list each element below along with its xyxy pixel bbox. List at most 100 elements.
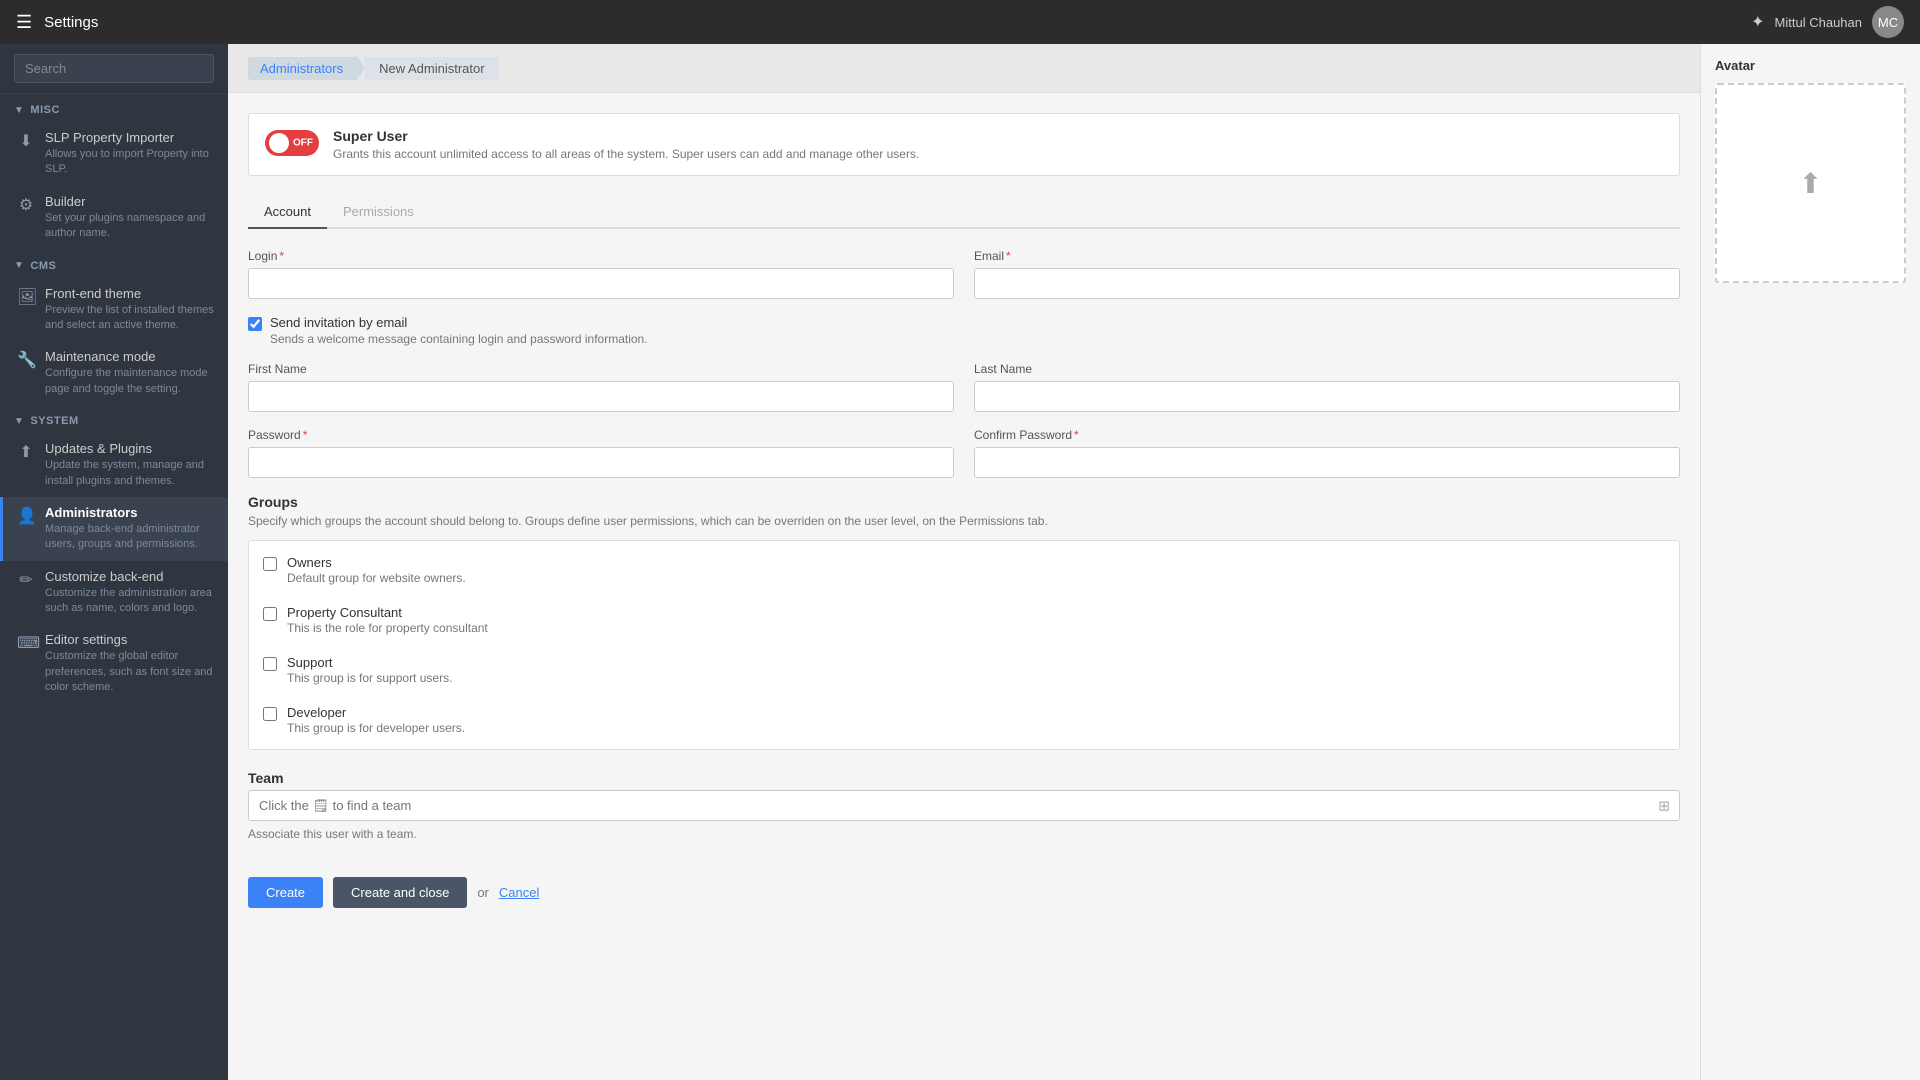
password-input[interactable]: [248, 447, 954, 478]
sidebar-item-updates-plugins[interactable]: ⬆ Updates & Plugins Update the system, m…: [0, 433, 228, 497]
group-desc-owners: Default group for website owners.: [287, 571, 466, 585]
send-invitation-row: Send invitation by email Sends a welcome…: [248, 315, 1680, 346]
content-body: Administrators New Administrator OFF Sup…: [228, 44, 1920, 1080]
team-title: Team: [248, 770, 1680, 786]
group-name-owners: Owners: [287, 555, 466, 570]
sidebar-item-builder[interactable]: ⚙ Builder Set your plugins namespace and…: [0, 186, 228, 250]
last-name-label: Last Name: [974, 362, 1680, 376]
last-name-input[interactable]: [974, 381, 1680, 412]
sidebar-section-system[interactable]: ▼ SYSTEM: [0, 405, 228, 433]
sidebar-section-misc[interactable]: ▼ MISC: [0, 94, 228, 122]
super-user-toggle[interactable]: OFF: [265, 130, 319, 156]
group-checkbox-owners[interactable]: [263, 557, 277, 571]
sidebar-item-customize-back-end[interactable]: ✏ Customize back-end Customize the admin…: [0, 561, 228, 625]
send-invitation-checkbox[interactable]: [248, 317, 262, 331]
avatar-upload-box[interactable]: ⬆: [1715, 83, 1906, 283]
group-item-property-consultant[interactable]: Property Consultant This is the role for…: [249, 595, 1679, 645]
sidebar: ▼ MISC ⬇ SLP Property Importer Allows yo…: [0, 44, 228, 1080]
super-user-info: Super User Grants this account unlimited…: [333, 128, 919, 161]
sidebar-item-administrators[interactable]: 👤 Administrators Manage back-end adminis…: [0, 497, 228, 561]
create-and-close-button[interactable]: Create and close: [333, 877, 467, 908]
search-input[interactable]: [14, 54, 214, 83]
gear-icon: ⚙: [17, 195, 35, 215]
cms-chevron-icon: ▼: [14, 260, 24, 271]
password-group: Password*: [248, 428, 954, 478]
builder-desc: Set your plugins namespace and author na…: [45, 211, 214, 242]
login-required: *: [279, 249, 284, 263]
username-label: Mittul Chauhan: [1775, 15, 1862, 30]
theme-icon: 🖼: [17, 287, 35, 307]
right-panel: Avatar ⬆: [1700, 44, 1920, 1080]
customize-desc: Customize the administration area such a…: [45, 586, 214, 617]
confirm-password-input[interactable]: [974, 447, 1680, 478]
admin-icon: 👤: [17, 506, 35, 526]
groups-title: Groups: [248, 494, 1680, 510]
confirm-password-label: Confirm Password*: [974, 428, 1680, 442]
maintenance-desc: Configure the maintenance mode page and …: [45, 366, 214, 397]
breadcrumb-arrow: [355, 54, 365, 82]
tab-account[interactable]: Account: [248, 196, 327, 229]
tab-permissions[interactable]: Permissions: [327, 196, 430, 229]
upload-icon: ⬆: [17, 442, 35, 462]
super-user-title: Super User: [333, 128, 919, 144]
password-row: Password* Confirm Password*: [248, 428, 1680, 478]
group-item-owners[interactable]: Owners Default group for website owners.: [249, 545, 1679, 595]
group-desc-property-consultant: This is the role for property consultant: [287, 621, 488, 635]
content-area: Administrators New Administrator OFF Sup…: [228, 44, 1700, 1080]
slp-title: SLP Property Importer: [45, 130, 214, 145]
send-invitation-label: Send invitation by email: [270, 315, 648, 330]
group-checkbox-support[interactable]: [263, 657, 277, 671]
group-name-property-consultant: Property Consultant: [287, 605, 488, 620]
breadcrumb-parent[interactable]: Administrators: [248, 57, 355, 80]
team-input-row: ⊞: [248, 790, 1680, 821]
first-name-label: First Name: [248, 362, 954, 376]
sidebar-section-cms[interactable]: ▼ CMS: [0, 250, 228, 278]
login-group: Login*: [248, 249, 954, 299]
cancel-button[interactable]: Cancel: [499, 885, 539, 900]
create-button[interactable]: Create: [248, 877, 323, 908]
super-user-desc: Grants this account unlimited access to …: [333, 147, 919, 161]
breadcrumb-current: New Administrator: [365, 57, 498, 80]
super-user-row: OFF Super User Grants this account unlim…: [248, 113, 1680, 176]
sidebar-item-front-end-theme[interactable]: 🖼 Front-end theme Preview the list of in…: [0, 278, 228, 342]
group-desc-developer: This group is for developer users.: [287, 721, 465, 735]
confirm-password-group: Confirm Password*: [974, 428, 1680, 478]
login-label: Login*: [248, 249, 954, 263]
system-chevron-icon: ▼: [14, 416, 24, 427]
name-row: First Name Last Name: [248, 362, 1680, 412]
password-required: *: [303, 428, 308, 442]
misc-chevron-icon: ▼: [14, 105, 24, 116]
group-item-support[interactable]: Support This group is for support users.: [249, 645, 1679, 695]
login-input[interactable]: [248, 268, 954, 299]
password-label: Password*: [248, 428, 954, 442]
topbar-left: ☰ Settings: [16, 12, 98, 33]
misc-section-label: MISC: [30, 104, 60, 116]
editor-icon: ⌨: [17, 633, 35, 653]
action-buttons: Create Create and close or Cancel: [248, 861, 1680, 916]
maintenance-icon: 🔧: [17, 350, 35, 370]
app-title: Settings: [44, 14, 98, 31]
team-input[interactable]: [248, 790, 1680, 821]
email-required: *: [1006, 249, 1011, 263]
team-list-icon[interactable]: ⊞: [1658, 797, 1670, 814]
group-checkbox-property-consultant[interactable]: [263, 607, 277, 621]
breadcrumb: Administrators New Administrator: [228, 44, 1700, 93]
sidebar-item-slp-property-importer[interactable]: ⬇ SLP Property Importer Allows you to im…: [0, 122, 228, 186]
group-checkbox-developer[interactable]: [263, 707, 277, 721]
topbar-right: ✦ Mittul Chauhan MC: [1751, 6, 1904, 38]
toggle-thumb: [269, 133, 289, 153]
first-name-input[interactable]: [248, 381, 954, 412]
group-item-developer[interactable]: Developer This group is for developer us…: [249, 695, 1679, 745]
updates-title: Updates & Plugins: [45, 441, 214, 456]
sidebar-item-maintenance-mode[interactable]: 🔧 Maintenance mode Configure the mainten…: [0, 341, 228, 405]
email-input[interactable]: [974, 268, 1680, 299]
upload-icon: ⬆: [1799, 167, 1822, 200]
toggle-label: OFF: [293, 138, 313, 149]
group-desc-support: This group is for support users.: [287, 671, 452, 685]
sidebar-item-editor-settings[interactable]: ⌨ Editor settings Customize the global e…: [0, 624, 228, 703]
tabs-bar: Account Permissions: [248, 196, 1680, 229]
slp-desc: Allows you to import Property into SLP.: [45, 147, 214, 178]
user-avatar[interactable]: MC: [1872, 6, 1904, 38]
hamburger-icon[interactable]: ☰: [16, 12, 32, 33]
star-icon[interactable]: ✦: [1751, 12, 1764, 32]
